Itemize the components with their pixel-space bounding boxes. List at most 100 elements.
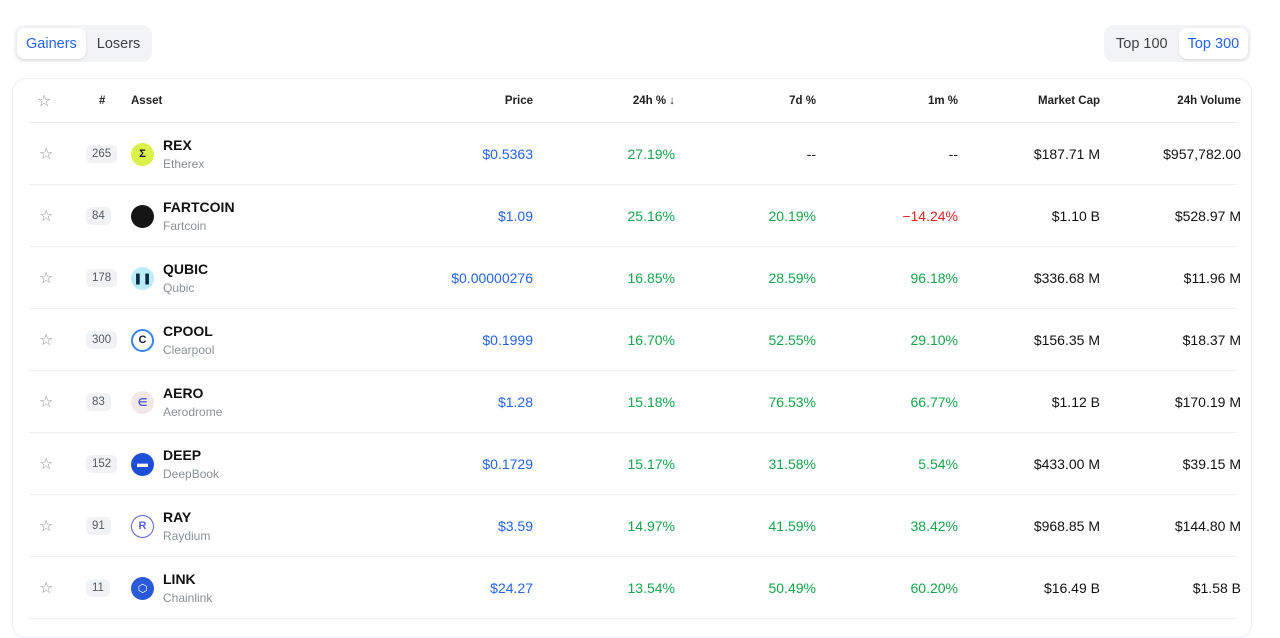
tab-losers[interactable]: Losers: [88, 28, 150, 59]
header-change-24h[interactable]: 24h % ↓: [549, 79, 675, 123]
price-value: $3.59: [497, 518, 533, 534]
change-7d-value: --: [806, 146, 816, 162]
deepbook-icon: ▬: [131, 452, 154, 476]
table-row[interactable]: ☆ 11 ⬡ LINK Chainlink $24.27 13.54% 50.4…: [29, 557, 1241, 619]
change-1m-value: 29.10%: [910, 332, 958, 348]
table-row[interactable]: ☆ 84 FARTCOIN Fartcoin $1.09 25.16% 20.1…: [29, 185, 1241, 247]
asset-cell[interactable]: ∈ AERO Aerodrome: [131, 371, 222, 433]
favorite-star-icon[interactable]: ☆: [39, 557, 61, 619]
volume-24h-value: $18.37 M: [1182, 332, 1241, 348]
market-cap-value: $156.35 M: [1033, 332, 1100, 348]
asset-symbol: AERO: [163, 385, 204, 401]
asset-name: Raydium: [163, 529, 211, 543]
change-7d-value: 41.59%: [768, 518, 816, 534]
price-value: $1.28: [497, 394, 533, 410]
market-cap-value: $1.10 B: [1051, 208, 1100, 224]
asset-name: DeepBook: [163, 467, 220, 481]
favorite-star-icon[interactable]: ☆: [39, 123, 61, 185]
filter-top-300[interactable]: Top 300: [1178, 28, 1249, 59]
rank-badge: 300: [86, 309, 118, 371]
gainers-losers-toggle: Gainers Losers: [14, 25, 153, 62]
change-1m-value: 38.42%: [910, 518, 958, 534]
header-change-1m[interactable]: 1m %: [829, 79, 958, 123]
header-star-icon[interactable]: ☆: [37, 79, 59, 123]
favorite-star-icon[interactable]: ☆: [39, 371, 61, 433]
table-row[interactable]: ☆ 265 Σ REX Etherex $0.5363 27.19% -- --…: [29, 123, 1241, 185]
asset-symbol: CPOOL: [163, 323, 213, 339]
change-24h-value: 16.70%: [627, 332, 675, 348]
change-7d-value: 76.53%: [768, 394, 816, 410]
asset-symbol: LINK: [163, 571, 196, 587]
market-cap-value: $187.71 M: [1033, 146, 1100, 162]
header-price[interactable]: Price: [409, 79, 533, 123]
table-row[interactable]: ☆ 83 ∈ AERO Aerodrome $1.28 15.18% 76.53…: [29, 371, 1241, 433]
rank-badge: 11: [86, 557, 110, 619]
change-1m-value: 5.54%: [918, 456, 958, 472]
rank-badge: 84: [86, 185, 111, 247]
table-row[interactable]: ☆ 178 ❚❚ QUBIC Qubic $0.00000276 16.85% …: [29, 247, 1241, 309]
c-icon: C: [131, 328, 154, 352]
header-asset[interactable]: Asset: [131, 79, 162, 123]
change-7d-value: 28.59%: [768, 270, 816, 286]
price-value: $0.1999: [482, 332, 533, 348]
toolbar: Gainers Losers Top 100 Top 300: [0, 0, 1280, 80]
volume-24h-value: $11.96 M: [1183, 270, 1241, 286]
volume-24h-value: $528.97 M: [1174, 208, 1241, 224]
table-row[interactable]: ☆ 91 R RAY Raydium $3.59 14.97% 41.59% 3…: [29, 495, 1241, 557]
market-cap-value: $968.85 M: [1033, 518, 1100, 534]
asset-symbol: DEEP: [163, 447, 202, 463]
change-24h-value: 15.18%: [627, 394, 675, 410]
top-filter-toggle: Top 100 Top 300: [1104, 25, 1252, 62]
market-cap-value: $433.00 M: [1033, 456, 1100, 472]
change-1m-value: −14.24%: [902, 208, 958, 224]
header-market-cap[interactable]: Market Cap: [969, 79, 1100, 123]
market-cap-value: $1.12 B: [1051, 394, 1100, 410]
price-value: $0.00000276: [451, 270, 533, 286]
header-volume-24h[interactable]: 24h Volume: [1109, 79, 1241, 123]
volume-24h-value: $1.58 B: [1192, 580, 1241, 596]
favorite-star-icon[interactable]: ☆: [39, 185, 61, 247]
favorite-star-icon[interactable]: ☆: [39, 309, 61, 371]
market-cap-value: $336.68 M: [1033, 270, 1100, 286]
change-24h-value: 13.54%: [627, 580, 675, 596]
asset-name: Aerodrome: [163, 405, 223, 419]
price-value: $0.1729: [482, 456, 533, 472]
price-value: $1.09: [497, 208, 533, 224]
assets-table: ☆ # Asset Price 24h % ↓ 7d % 1m % Market…: [12, 78, 1252, 638]
asset-symbol: RAY: [163, 509, 192, 525]
header-rank[interactable]: #: [99, 79, 105, 123]
dark-circle-icon: [131, 204, 154, 228]
aero-icon: ∈: [131, 390, 154, 414]
asset-cell[interactable]: R RAY Raydium: [131, 495, 210, 557]
rank-badge: 91: [86, 495, 111, 557]
asset-symbol: REX: [163, 137, 192, 153]
table-row[interactable]: ☆ 152 ▬ DEEP DeepBook $0.1729 15.17% 31.…: [29, 433, 1241, 495]
table-row[interactable]: ☆ 300 C CPOOL Clearpool $0.1999 16.70% 5…: [29, 309, 1241, 371]
filter-top-100[interactable]: Top 100: [1107, 28, 1177, 59]
favorite-star-icon[interactable]: ☆: [39, 433, 61, 495]
market-cap-value: $16.49 B: [1043, 580, 1100, 596]
change-7d-value: 31.58%: [768, 456, 816, 472]
favorite-star-icon[interactable]: ☆: [39, 495, 61, 557]
tab-gainers[interactable]: Gainers: [17, 28, 86, 59]
asset-name: Chainlink: [163, 591, 213, 605]
favorite-star-icon[interactable]: ☆: [39, 247, 61, 309]
asset-name: Etherex: [163, 157, 205, 171]
header-change-7d[interactable]: 7d %: [689, 79, 816, 123]
asset-cell[interactable]: ⬡ LINK Chainlink: [131, 557, 212, 619]
chainlink-icon: ⬡: [131, 576, 154, 600]
change-1m-value: 60.20%: [910, 580, 958, 596]
asset-cell[interactable]: ❚❚ QUBIC Qubic: [131, 247, 208, 309]
asset-name: Clearpool: [163, 343, 215, 357]
change-7d-value: 50.49%: [768, 580, 816, 596]
asset-name: Fartcoin: [163, 219, 207, 233]
asset-name: Qubic: [163, 281, 195, 295]
change-24h-value: 27.19%: [627, 146, 675, 162]
asset-cell[interactable]: ▬ DEEP DeepBook: [131, 433, 219, 495]
volume-24h-value: $39.15 M: [1182, 456, 1241, 472]
change-24h-value: 14.97%: [627, 518, 675, 534]
asset-cell[interactable]: C CPOOL Clearpool: [131, 309, 214, 371]
change-1m-value: --: [948, 146, 958, 162]
asset-cell[interactable]: Σ REX Etherex: [131, 123, 204, 185]
asset-cell[interactable]: FARTCOIN Fartcoin: [131, 185, 235, 247]
